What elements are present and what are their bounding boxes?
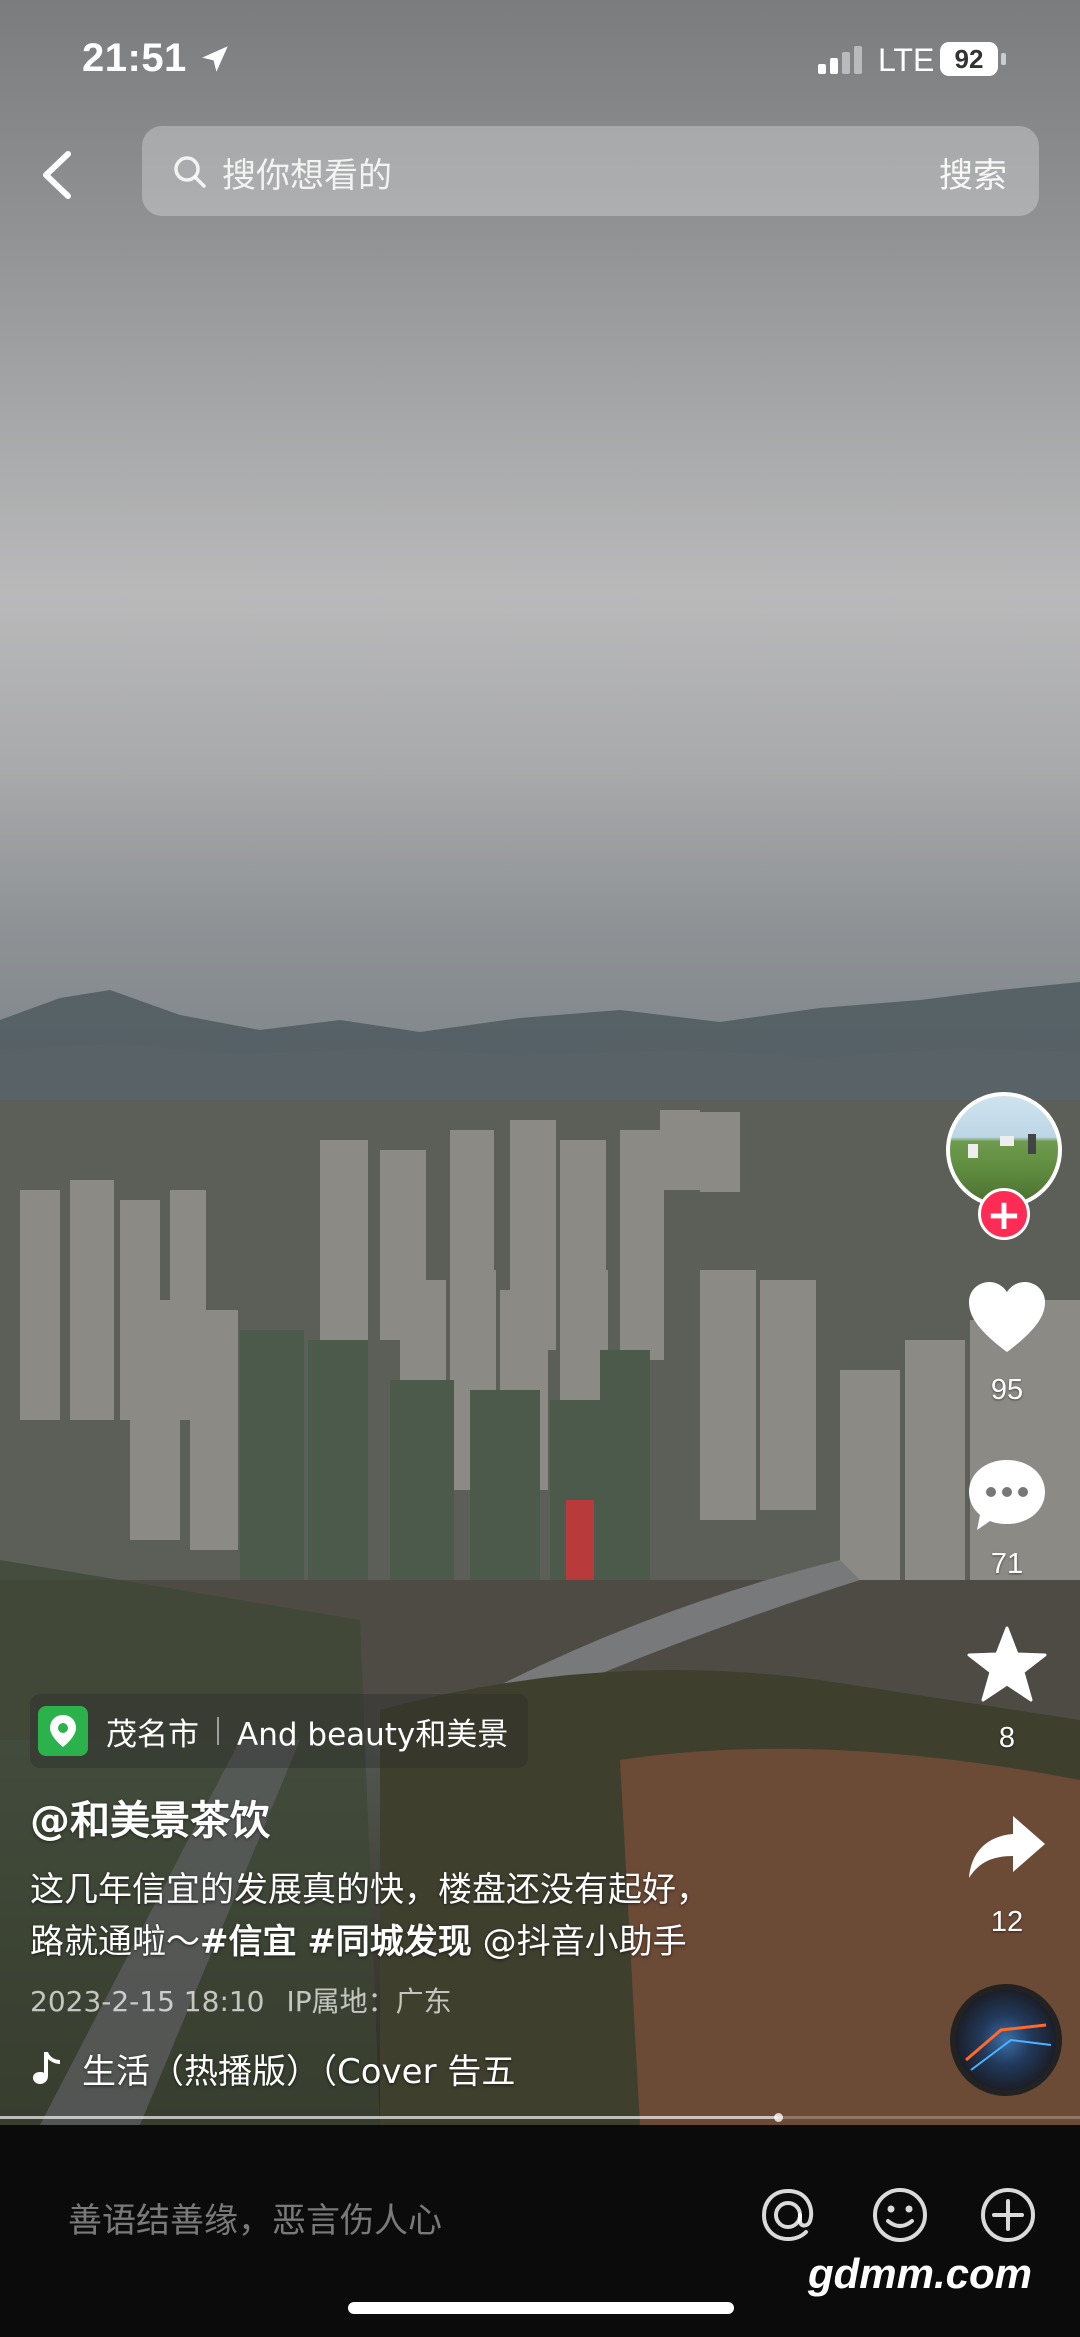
search-input[interactable]: 搜你想看的: [222, 148, 392, 197]
heart-icon[interactable]: [965, 1276, 1049, 1360]
progress-fill: [0, 2116, 778, 2119]
comment-icon[interactable]: [965, 1452, 1049, 1536]
location-arrow-icon: [202, 46, 228, 72]
battery-cap: [1001, 53, 1006, 65]
hashtag-link[interactable]: #信宜: [200, 1922, 297, 1962]
post-date: 2023-2-15 18:10: [30, 1985, 265, 2018]
hashtag-link[interactable]: #同城发现: [307, 1922, 472, 1962]
music-disc[interactable]: [950, 1984, 1062, 2096]
add-icon[interactable]: [976, 2183, 1040, 2247]
follow-button[interactable]: +: [978, 1188, 1030, 1240]
back-icon[interactable]: [36, 148, 80, 202]
search-icon: [174, 156, 206, 188]
author-name[interactable]: @和美景茶饮: [30, 1788, 270, 1846]
poi-tag[interactable]: 茂名市 And beauty和美景: [30, 1694, 529, 1768]
music-row[interactable]: 生活（热播版）（Cover 告五: [30, 2044, 602, 2093]
mention-link[interactable]: @抖音小助手: [483, 1922, 687, 1962]
home-indicator[interactable]: [348, 2302, 734, 2314]
music-title: 生活（热播版）（Cover 告五: [82, 2052, 516, 2092]
network-type: LTE: [878, 42, 935, 78]
description-line-1: 这几年信宜的发展真的快，楼盘还没有起好，: [30, 1870, 710, 1910]
progress-knob[interactable]: [773, 2113, 783, 2122]
poi-city: 茂名市: [106, 1716, 199, 1753]
map-pin-icon: [38, 1706, 88, 1756]
watermark: gdmm.com: [808, 2250, 1033, 2297]
poi-divider: [217, 1717, 219, 1745]
emoji-icon[interactable]: [868, 2183, 932, 2247]
battery-level: 92: [940, 42, 998, 76]
comment-count: 71: [990, 1548, 1024, 1580]
ip-location: IP属地：广东: [286, 1985, 452, 2018]
post-meta: 2023-2-15 18:10 IP属地：广东: [30, 1980, 452, 2020]
description-line-2: 路就通啦～#信宜 #同城发现 @抖音小助手: [30, 1916, 810, 1968]
share-icon[interactable]: [965, 1806, 1049, 1890]
poi-shop: And beauty和美景: [237, 1716, 509, 1753]
status-time: 21:51: [82, 36, 187, 80]
plus-icon: +: [986, 1190, 1022, 1239]
video-description: 这几年信宜的发展真的快，楼盘还没有起好， 路就通啦～#信宜 #同城发现 @抖音小…: [30, 1864, 810, 1968]
progress-bar[interactable]: [0, 2113, 1080, 2122]
music-note-icon: [33, 2051, 60, 2084]
search-bar[interactable]: 搜你想看的 搜索: [142, 126, 1039, 216]
description-prefix: 路就通啦～: [30, 1922, 200, 1962]
at-icon[interactable]: [756, 2183, 820, 2247]
favorite-count: 8: [998, 1722, 1016, 1754]
like-count: 95: [990, 1374, 1024, 1406]
album-cover: [965, 2023, 1052, 2071]
comment-input[interactable]: 善语结善缘，恶言伤人心: [68, 2193, 442, 2242]
star-icon[interactable]: [965, 1624, 1049, 1708]
share-count: 12: [990, 1906, 1024, 1938]
signal-icon: [818, 46, 862, 74]
search-button[interactable]: 搜索: [939, 148, 1007, 197]
